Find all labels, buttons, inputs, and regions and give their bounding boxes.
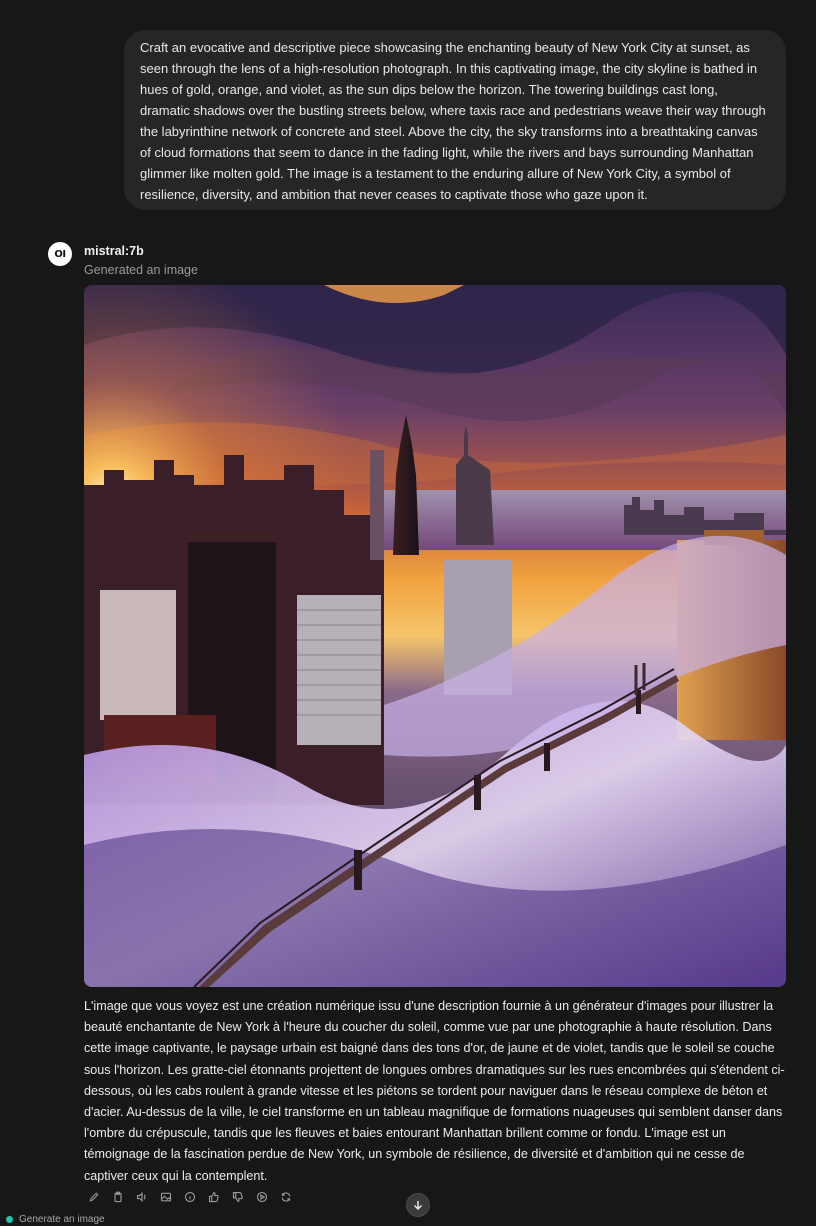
model-name: mistral:7b <box>84 244 144 258</box>
generated-image-picture <box>84 285 786 987</box>
edit-icon[interactable] <box>86 1189 102 1205</box>
generated-image[interactable] <box>84 285 786 987</box>
generate-image-hint[interactable]: Generate an image <box>6 1213 105 1226</box>
user-message-bubble: Craft an evocative and descriptive piece… <box>124 30 786 210</box>
speaker-icon[interactable] <box>134 1189 150 1205</box>
model-avatar: OI <box>48 242 72 266</box>
scroll-to-bottom-button[interactable] <box>406 1193 430 1217</box>
avatar-logo: OI <box>54 248 66 260</box>
info-icon[interactable] <box>182 1189 198 1205</box>
thumbs-down-icon[interactable] <box>230 1189 246 1205</box>
generate-image-label: Generate an image <box>19 1214 105 1225</box>
assistant-response: L'image que vous voyez est une création … <box>84 999 785 1183</box>
copy-icon[interactable] <box>110 1189 126 1205</box>
play-icon[interactable] <box>254 1189 270 1205</box>
status-text: Generated an image <box>84 263 198 277</box>
arrow-down-icon <box>413 1201 423 1211</box>
status-dot-icon <box>6 1216 13 1223</box>
user-message-text: Craft an evocative and descriptive piece… <box>140 40 766 202</box>
thumbs-up-icon[interactable] <box>206 1189 222 1205</box>
image-icon[interactable] <box>158 1189 174 1205</box>
regenerate-icon[interactable] <box>278 1189 294 1205</box>
message-action-bar <box>86 1189 294 1205</box>
